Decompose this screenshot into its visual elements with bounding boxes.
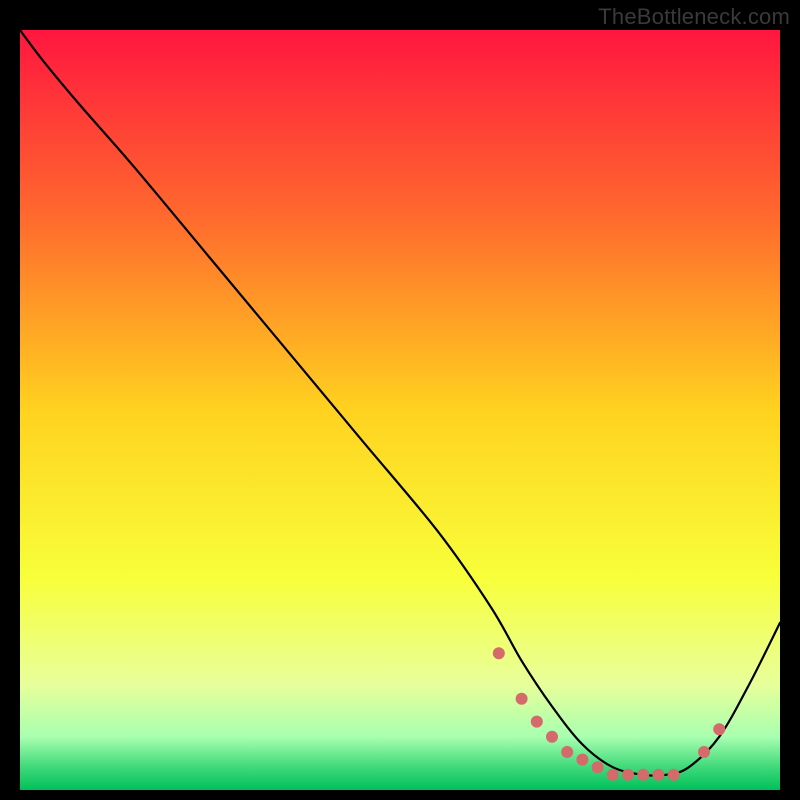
- marker-dot: [698, 746, 710, 758]
- marker-dot: [493, 647, 505, 659]
- chart-svg: [20, 30, 780, 790]
- marker-dot: [531, 716, 543, 728]
- marker-dot: [516, 693, 528, 705]
- watermark-text: TheBottleneck.com: [598, 4, 790, 30]
- marker-dot: [592, 761, 604, 773]
- marker-dot: [637, 769, 649, 781]
- plot-area: [20, 30, 780, 790]
- chart-frame: TheBottleneck.com: [0, 0, 800, 800]
- marker-dot: [607, 769, 619, 781]
- marker-dot: [668, 769, 680, 781]
- gradient-background: [20, 30, 780, 790]
- marker-dot: [546, 731, 558, 743]
- marker-dot: [713, 723, 725, 735]
- marker-dot: [576, 754, 588, 766]
- marker-dot: [652, 769, 664, 781]
- marker-dot: [622, 769, 634, 781]
- marker-dot: [561, 746, 573, 758]
